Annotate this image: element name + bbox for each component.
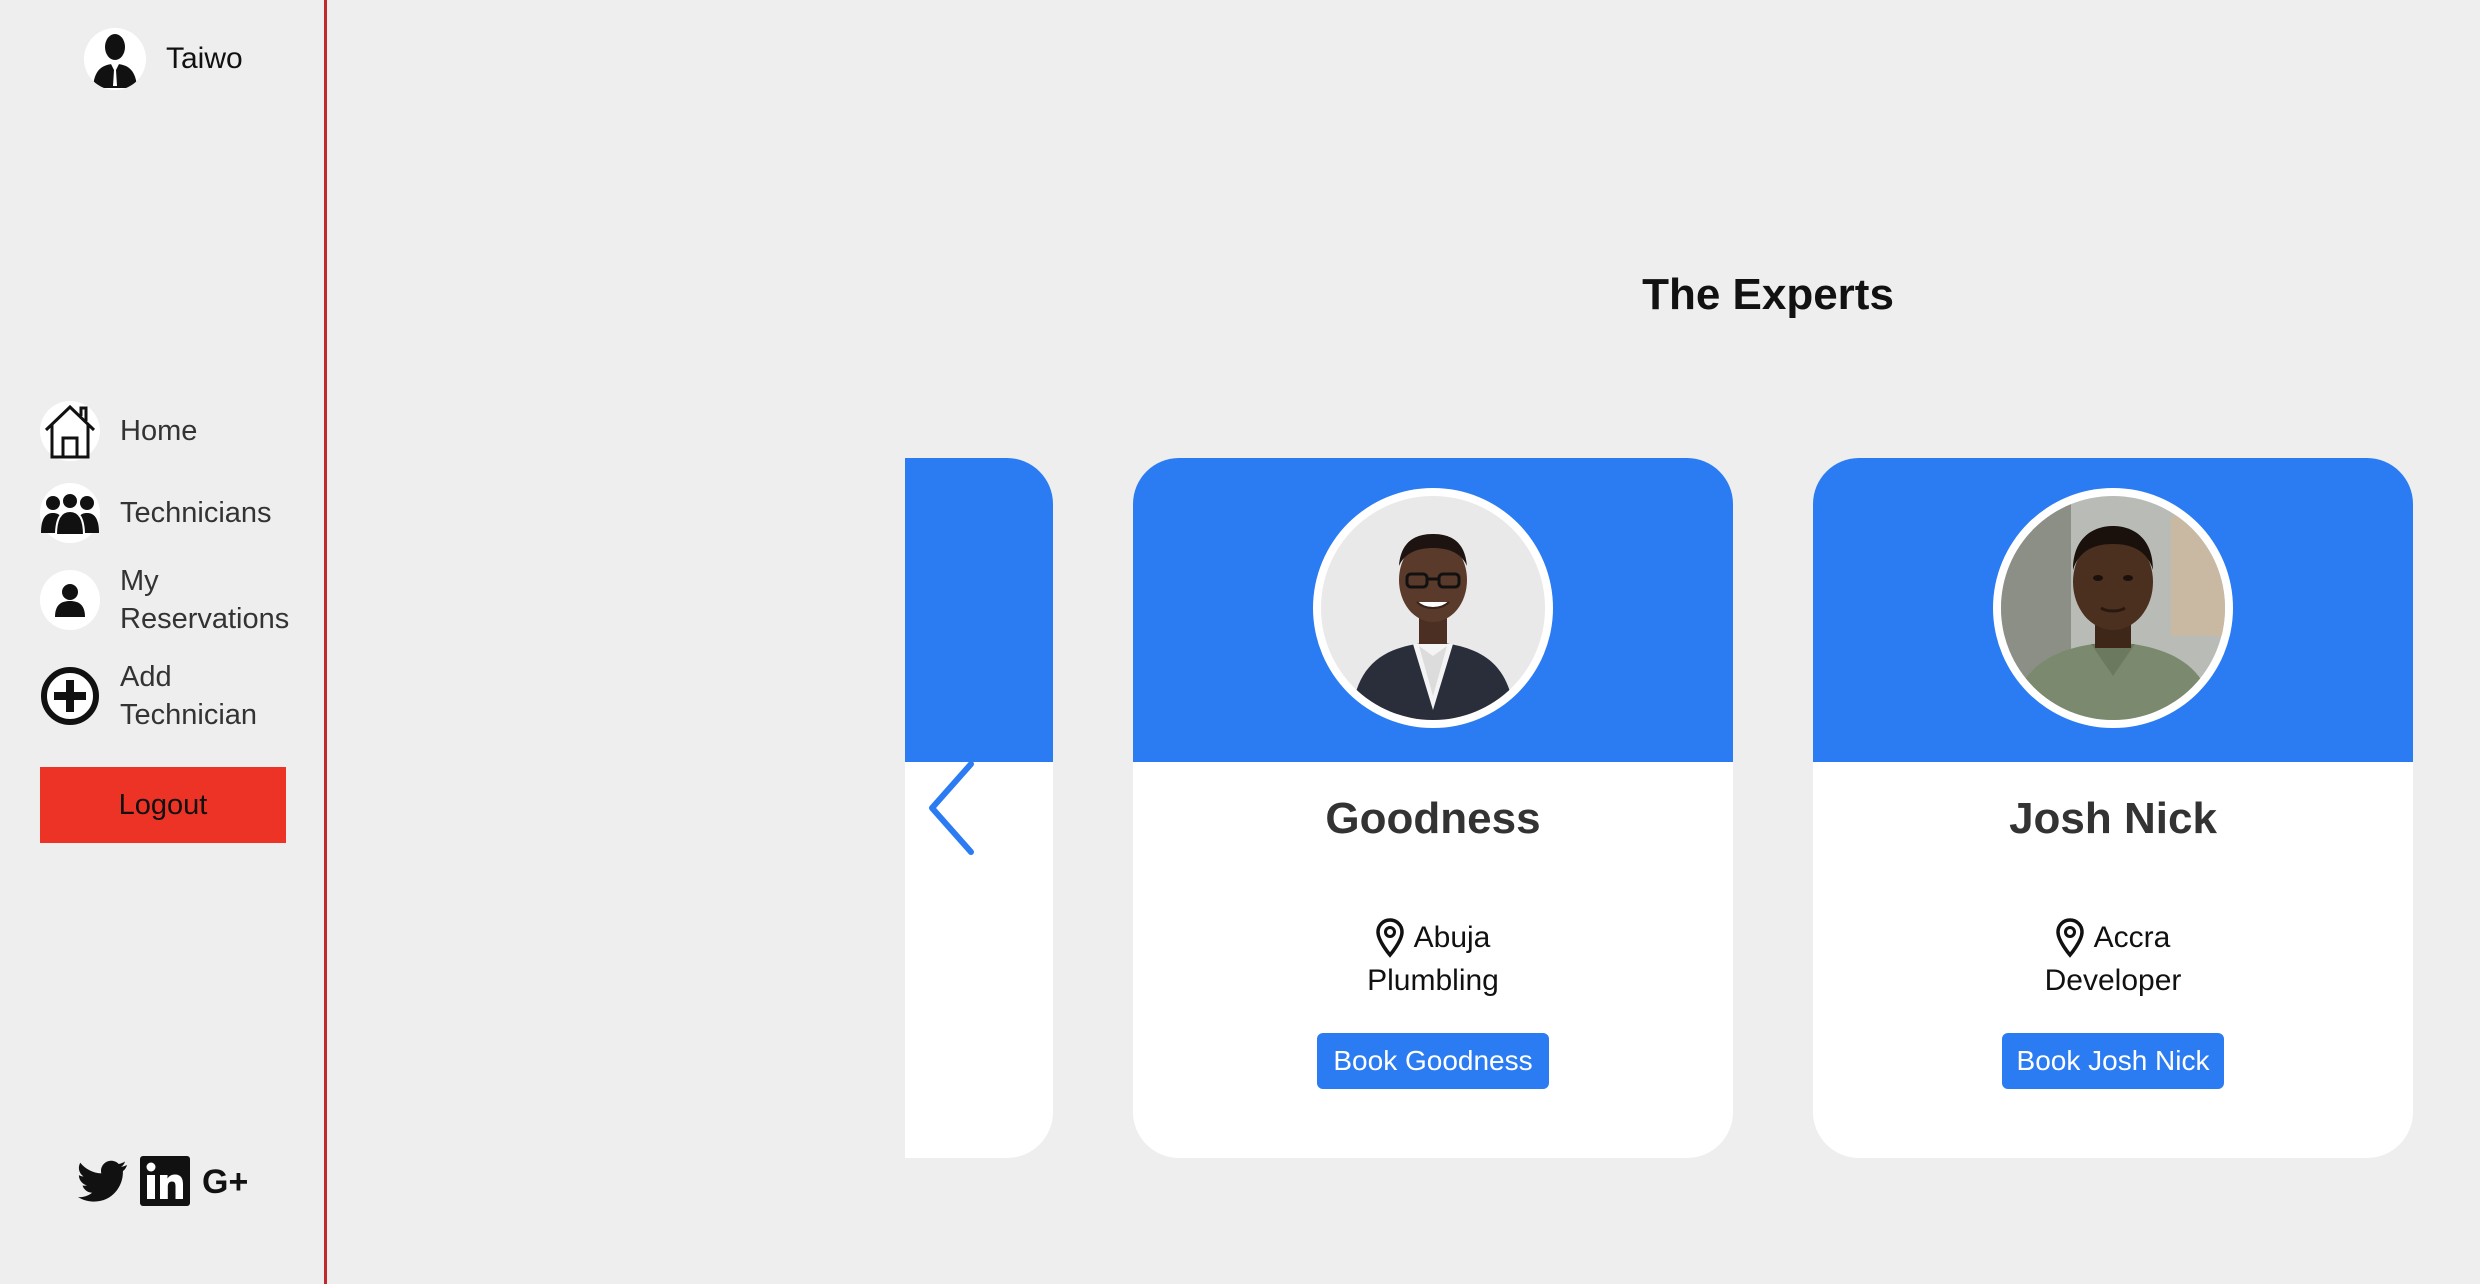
twitter-icon[interactable] xyxy=(78,1160,128,1202)
user-avatar-icon xyxy=(93,34,137,88)
card-header xyxy=(1813,458,2413,762)
technician-specialty: Developer xyxy=(2044,964,2182,997)
sidebar-item-technicians[interactable]: Technicians xyxy=(40,482,310,544)
book-technician-button[interactable]: Book Goodness xyxy=(1317,1033,1549,1089)
portrait-image xyxy=(1321,496,1545,720)
portrait-image xyxy=(2001,496,2225,720)
card-header xyxy=(905,458,1053,762)
sidebar-item-label: Home xyxy=(120,415,198,447)
location-pin-icon xyxy=(1375,918,1404,958)
sidebar-item-home[interactable]: Home xyxy=(40,400,310,462)
location-text: Accra xyxy=(2093,921,2171,954)
linkedin-icon[interactable] xyxy=(140,1156,190,1206)
home-icon xyxy=(40,401,100,461)
technician-specialty: Plumbling xyxy=(1367,964,1499,997)
location-text: Abuja xyxy=(1413,921,1491,954)
social-links: G+ xyxy=(78,1156,266,1206)
chevron-left-icon[interactable] xyxy=(926,760,976,856)
sidebar: Taiwo Home Technicians My Reservations A… xyxy=(0,0,327,1284)
svg-text:G+: G+ xyxy=(202,1163,248,1199)
plus-circle-icon xyxy=(40,666,100,726)
book-technician-button[interactable]: Book Josh Nick xyxy=(2002,1033,2224,1089)
technician-name: Goodness xyxy=(1325,794,1541,843)
sidebar-item-label: Technicians xyxy=(120,497,272,529)
avatar xyxy=(84,28,146,90)
user-profile[interactable]: Taiwo xyxy=(84,28,243,90)
sidebar-item-my-reservations[interactable]: My Reservations xyxy=(40,562,310,638)
technician-name: Josh Nick xyxy=(2009,794,2217,843)
person-icon xyxy=(40,570,100,630)
technician-location: Accra xyxy=(1813,918,2413,958)
technician-card[interactable]: Goodness Abuja Plumbling Book Goodness xyxy=(1133,458,1733,1158)
location-pin-icon xyxy=(2055,918,2084,958)
user-name: Taiwo xyxy=(166,42,243,75)
sidebar-item-add-technician[interactable]: Add Technician xyxy=(40,658,310,734)
sidebar-nav: Home Technicians My Reservations Add Tec… xyxy=(40,400,310,734)
group-icon xyxy=(40,483,100,543)
technician-photo xyxy=(1313,488,1553,728)
page-title: The Experts xyxy=(1642,270,1894,319)
logout-button[interactable]: Logout xyxy=(40,767,286,843)
technician-card[interactable]: Josh Nick Accra Developer Book Josh Nick xyxy=(1813,458,2413,1158)
google-plus-icon[interactable]: G+ xyxy=(202,1163,254,1199)
technician-location: Abuja xyxy=(1133,918,1733,958)
card-header xyxy=(1133,458,1733,762)
sidebar-item-label: Add Technician xyxy=(120,661,258,731)
technician-photo xyxy=(1993,488,2233,728)
sidebar-item-label: My Reservations xyxy=(120,565,290,635)
